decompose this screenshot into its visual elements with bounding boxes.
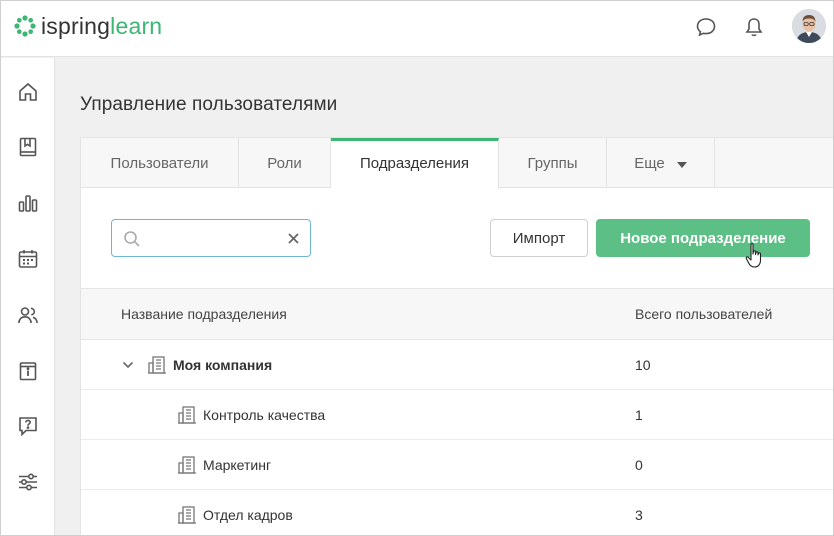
department-name: Маркетинг bbox=[203, 456, 272, 473]
table-header: Название подразделения Всего пользовател… bbox=[81, 288, 833, 340]
new-department-button[interactable]: Новое подразделение bbox=[596, 219, 810, 257]
user-count: 3 bbox=[635, 506, 643, 523]
sidebar-item-settings[interactable] bbox=[1, 462, 54, 502]
avatar[interactable] bbox=[792, 9, 826, 43]
info-icon bbox=[19, 362, 36, 381]
building-icon bbox=[178, 405, 196, 424]
sidebar-item-help[interactable] bbox=[1, 406, 54, 446]
import-button[interactable]: Импорт bbox=[490, 219, 588, 257]
sidebar-item-home[interactable] bbox=[1, 72, 54, 112]
building-icon bbox=[178, 505, 196, 524]
page-title: Управление пользователями bbox=[80, 94, 338, 115]
search-icon bbox=[124, 231, 140, 247]
sidebar-item-courses[interactable] bbox=[1, 127, 54, 167]
logo-icon bbox=[14, 15, 36, 37]
users-icon bbox=[17, 307, 38, 324]
calendar-icon bbox=[18, 250, 37, 268]
reports-icon bbox=[18, 195, 37, 212]
building-icon bbox=[148, 355, 166, 374]
help-icon bbox=[18, 417, 37, 437]
clear-icon[interactable] bbox=[288, 233, 299, 244]
table-row[interactable]: Маркетинг 0 bbox=[81, 440, 833, 490]
settings-icon bbox=[18, 473, 37, 491]
search-box[interactable] bbox=[111, 219, 311, 257]
tab-users[interactable]: Пользователи bbox=[81, 138, 239, 188]
tab-more[interactable]: Еще bbox=[607, 138, 715, 188]
top-bar: ispringlearn bbox=[1, 1, 833, 57]
logo[interactable]: ispringlearn bbox=[13, 11, 162, 41]
chevron-down-icon[interactable] bbox=[121, 358, 135, 372]
table-row[interactable]: Моя компания 10 bbox=[81, 340, 833, 390]
content-card: Пользователи Роли Подразделения Группы Е… bbox=[80, 137, 833, 535]
tab-departments[interactable]: Подразделения bbox=[331, 138, 499, 189]
column-header-name[interactable]: Название подразделения bbox=[121, 306, 287, 322]
sidebar bbox=[1, 58, 55, 535]
tab-roles[interactable]: Роли bbox=[239, 138, 331, 188]
user-count: 1 bbox=[635, 406, 643, 423]
search-input[interactable] bbox=[146, 228, 276, 248]
caret-down-icon bbox=[676, 161, 687, 168]
department-name: Отдел кадров bbox=[203, 506, 293, 523]
sidebar-item-users[interactable] bbox=[1, 295, 54, 335]
sidebar-item-reports[interactable] bbox=[1, 183, 54, 223]
table-row[interactable]: Контроль качества 1 bbox=[81, 390, 833, 440]
chat-icon[interactable] bbox=[694, 15, 718, 39]
app-window: ispringlearn Управление пользователями П… bbox=[0, 0, 834, 536]
department-name: Контроль качества bbox=[203, 406, 326, 423]
column-header-total[interactable]: Всего пользователей bbox=[635, 306, 772, 322]
tab-groups[interactable]: Группы bbox=[499, 138, 607, 188]
sidebar-item-info[interactable] bbox=[1, 351, 54, 391]
logo-text: ispringlearn bbox=[41, 12, 163, 39]
department-name: Моя компания bbox=[173, 356, 273, 373]
user-count: 10 bbox=[635, 356, 651, 373]
courses-icon bbox=[19, 137, 36, 157]
building-icon bbox=[178, 455, 196, 474]
table-row[interactable]: Отдел кадров 3 bbox=[81, 490, 833, 535]
user-count: 0 bbox=[635, 456, 643, 473]
bell-icon[interactable] bbox=[742, 15, 766, 39]
home-icon bbox=[18, 82, 37, 101]
sidebar-item-calendar[interactable] bbox=[1, 239, 54, 279]
tab-bar: Пользователи Роли Подразделения Группы Е… bbox=[81, 138, 833, 189]
